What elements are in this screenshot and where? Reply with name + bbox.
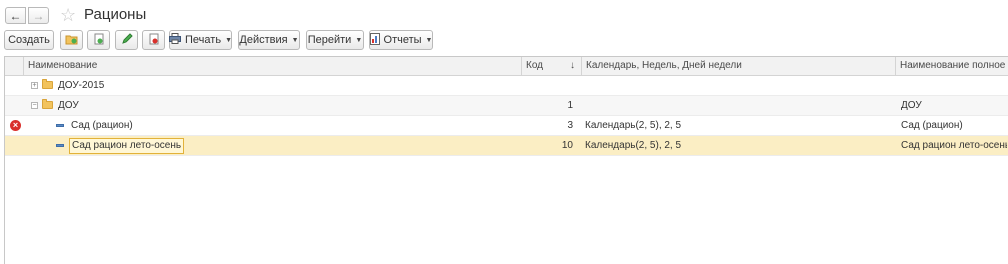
goto-label: Перейти (307, 34, 352, 46)
create-button[interactable]: Создать (4, 30, 54, 50)
actions-button[interactable]: Действия ▼ (238, 30, 300, 50)
cell-code (521, 76, 573, 95)
toolbar: Создать Печать ▼ Действия ▼ Перейти ▼ От… (0, 30, 1008, 52)
cell-calendar (585, 76, 891, 95)
table-row[interactable]: + ДОУ-2015 (5, 76, 1008, 96)
copy-icon (93, 33, 105, 48)
table-row[interactable]: × Сад (рацион) 3 Календарь(2, 5), 2, 5 С… (5, 116, 1008, 136)
folder-add-icon (65, 33, 79, 48)
cell-code: 10 (561, 140, 573, 151)
print-label: Печать (185, 34, 222, 46)
deletion-mark-icon: × (10, 120, 21, 131)
item-icon (56, 144, 64, 147)
cell-calendar (585, 96, 891, 115)
cell-code: 3 (567, 120, 573, 131)
print-button[interactable]: Печать ▼ (169, 30, 232, 50)
cell-name-active[interactable]: Сад рацион лето-осень (69, 138, 185, 154)
reports-label: Отчеты (383, 34, 422, 46)
folder-icon (42, 79, 53, 89)
table-row[interactable]: − ДОУ 1 ДОУ (5, 96, 1008, 116)
create-label: Создать (8, 34, 50, 46)
goto-button[interactable]: Перейти ▼ (306, 30, 364, 50)
pencil-icon (121, 32, 133, 48)
forward-button[interactable]: → (28, 7, 49, 24)
column-header-code[interactable]: Код ↓ (521, 57, 581, 75)
table-row-selected[interactable]: Сад рацион лето-осень 10 Календарь(2, 5)… (5, 136, 1008, 156)
cell-name: ДОУ (58, 100, 79, 111)
actions-label: Действия (239, 34, 288, 46)
cell-fullname: ДОУ (901, 100, 922, 111)
data-table[interactable]: Наименование Код ↓ Календарь, Недель, Дн… (4, 56, 1008, 264)
reports-button[interactable]: Отчеты ▼ (369, 30, 433, 50)
printer-icon (169, 33, 182, 47)
column-header-code-label: Код (526, 60, 544, 71)
folder-icon (42, 99, 53, 109)
cell-fullname: Сад рацион лето-осень (901, 140, 1007, 151)
collapse-icon[interactable]: − (31, 102, 38, 109)
arrow-left-icon: ← (9, 8, 22, 23)
dropdown-arrow-icon: ▼ (291, 36, 299, 44)
arrow-right-icon: → (32, 8, 45, 23)
column-header-fullname[interactable]: Наименование полное (895, 57, 1008, 75)
cell-name: ДОУ-2015 (58, 80, 105, 91)
expand-icon[interactable]: + (31, 82, 38, 89)
cell-fullname (901, 76, 1007, 95)
title-bar: ← → ☆ Рационы (0, 0, 1008, 30)
table-header: Наименование Код ↓ Календарь, Недель, Дн… (5, 57, 1008, 76)
edit-button[interactable] (115, 30, 138, 50)
column-header-name[interactable]: Наименование (23, 57, 521, 75)
item-icon (56, 124, 64, 127)
delete-mark-icon (148, 33, 160, 48)
back-button[interactable]: ← (5, 7, 26, 24)
cell-code: 1 (567, 100, 573, 111)
page-title: Рационы (84, 6, 147, 23)
cell-calendar: Календарь(2, 5), 2, 5 (585, 140, 682, 151)
column-header-calendar[interactable]: Календарь, Недель, Дней недели (581, 57, 895, 75)
dropdown-arrow-icon: ▼ (425, 36, 433, 44)
create-folder-button[interactable] (60, 30, 83, 50)
cell-calendar: Календарь(2, 5), 2, 5 (585, 120, 682, 131)
cell-name: Сад (рацион) (71, 120, 133, 131)
copy-button[interactable] (87, 30, 110, 50)
dropdown-arrow-icon: ▼ (225, 36, 232, 44)
report-icon (369, 32, 380, 48)
favorite-star-icon[interactable]: ☆ (60, 5, 76, 25)
delete-mark-button[interactable] (142, 30, 165, 50)
sort-descending-icon: ↓ (570, 60, 575, 71)
dropdown-arrow-icon: ▼ (355, 36, 363, 44)
cell-fullname: Сад (рацион) (901, 120, 963, 131)
